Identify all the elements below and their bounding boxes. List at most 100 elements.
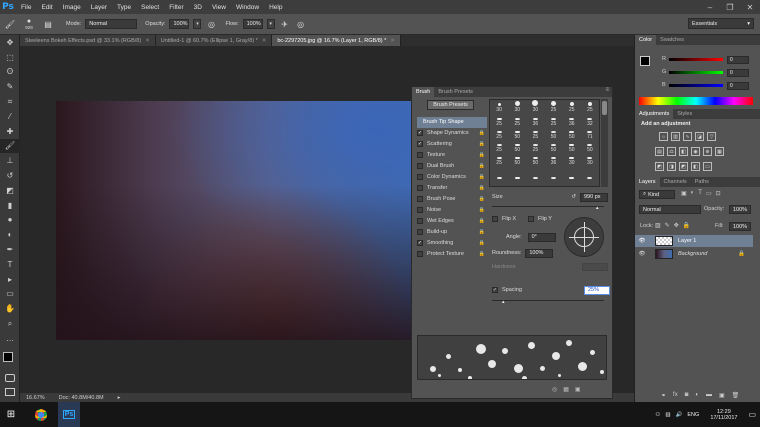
- adjustment-filter-icon[interactable]: ◐: [691, 190, 695, 197]
- eraser-tool-icon[interactable]: ◩: [0, 183, 20, 198]
- type-filter-icon[interactable]: T: [698, 190, 702, 197]
- threshold-icon[interactable]: ◩: [679, 162, 688, 171]
- stamp-tool-icon[interactable]: ⊥: [0, 153, 20, 168]
- brush-preset-picker[interactable]: ● 929: [20, 18, 38, 30]
- brush-tool-icon[interactable]: 🖌: [0, 138, 20, 154]
- tab-brush[interactable]: Brush: [412, 87, 435, 97]
- checkbox[interactable]: [417, 218, 423, 225]
- brush-tip[interactable]: 25: [490, 140, 508, 153]
- flip-y-row[interactable]: Flip Y: [528, 214, 552, 224]
- tab-paths[interactable]: Paths: [691, 177, 713, 187]
- adjustment-layer-icon[interactable]: ◐: [695, 392, 699, 399]
- invert-icon[interactable]: ◩: [655, 162, 664, 171]
- brush-tip[interactable]: 50: [581, 140, 599, 153]
- tip-grid-scrollbar[interactable]: [601, 99, 608, 187]
- reset-size-icon[interactable]: ↺: [571, 194, 576, 200]
- tab-color[interactable]: Color: [635, 35, 657, 45]
- posterize-icon[interactable]: ◨: [667, 162, 676, 171]
- brush-tip[interactable]: 25: [544, 113, 562, 127]
- document-canvas[interactable]: [56, 101, 418, 340]
- layer-filter-select[interactable]: ⌕ Kind: [639, 190, 675, 199]
- opacity-dropdown-icon[interactable]: ▾: [193, 19, 202, 29]
- menu-filter[interactable]: Filter: [164, 4, 188, 11]
- close-button[interactable]: ✕: [740, 0, 760, 14]
- r-slider[interactable]: [669, 58, 723, 61]
- brush-option[interactable]: Brush Tip Shape: [417, 117, 487, 128]
- b-slider[interactable]: [669, 84, 723, 87]
- brush-option[interactable]: ✓ Scattering 🔒: [417, 139, 487, 150]
- brush-tip[interactable]: 36: [563, 113, 581, 127]
- size-slider[interactable]: ▴: [492, 205, 604, 211]
- dodge-tool-icon[interactable]: ◐: [0, 227, 20, 242]
- lasso-tool-icon[interactable]: ʘ: [0, 65, 20, 80]
- brush-tip[interactable]: 25: [526, 127, 544, 140]
- roundness-field[interactable]: 100%: [525, 248, 554, 258]
- brush-tip[interactable]: 30: [490, 100, 508, 113]
- blend-mode-select[interactable]: Normal: [639, 205, 701, 214]
- brush-tip[interactable]: [508, 166, 526, 179]
- lock-position-icon[interactable]: ✥: [674, 222, 679, 229]
- brush-tip[interactable]: 25: [490, 153, 508, 166]
- menu-file[interactable]: File: [16, 4, 36, 11]
- zoom-level[interactable]: 16.67%: [26, 395, 45, 401]
- checkbox[interactable]: [417, 229, 423, 236]
- lock-icon[interactable]: 🔒: [479, 152, 485, 158]
- flow-field[interactable]: 100%: [242, 19, 263, 29]
- network-icon[interactable]: ▥: [665, 412, 670, 418]
- close-icon[interactable]: ✕: [145, 38, 150, 44]
- brush-tip[interactable]: 50: [508, 140, 526, 153]
- brush-tip[interactable]: 50: [544, 140, 562, 153]
- brush-tip[interactable]: 50: [563, 140, 581, 153]
- brush-tip[interactable]: [544, 166, 562, 179]
- brush-option[interactable]: Transfer 🔒: [417, 183, 487, 194]
- layer-row[interactable]: 👁 Background 🔒: [635, 248, 753, 260]
- menu-layer[interactable]: Layer: [86, 4, 112, 11]
- brush-tip[interactable]: [563, 166, 581, 179]
- lock-icon[interactable]: 🔒: [479, 163, 485, 169]
- checkbox[interactable]: ✓: [417, 130, 423, 137]
- selective-color-icon[interactable]: ◧: [691, 162, 700, 171]
- checkbox[interactable]: [417, 196, 423, 203]
- g-value[interactable]: 0: [727, 69, 749, 77]
- photo-filter-icon[interactable]: ◉: [691, 147, 700, 156]
- brush-tip[interactable]: 50: [508, 127, 526, 140]
- tab-brush-presets[interactable]: Brush Presets: [434, 87, 477, 97]
- exposure-icon[interactable]: ◪: [695, 132, 704, 141]
- language-indicator[interactable]: ENG: [687, 412, 699, 418]
- brightness-icon[interactable]: ☼: [659, 132, 668, 141]
- checkbox[interactable]: ✓: [492, 287, 498, 293]
- checkbox[interactable]: [528, 216, 534, 222]
- move-tool-icon[interactable]: ✥: [0, 35, 20, 50]
- foreground-color-swatch[interactable]: [3, 352, 13, 362]
- tab-adjustments[interactable]: Adjustments: [635, 109, 674, 119]
- vibrance-icon[interactable]: ▽: [707, 132, 716, 141]
- checkbox[interactable]: [417, 174, 423, 181]
- minimize-button[interactable]: –: [700, 0, 720, 14]
- brush-tip[interactable]: 32: [581, 113, 599, 127]
- checkbox[interactable]: [492, 216, 498, 222]
- link-layers-icon[interactable]: ⚭: [661, 392, 666, 399]
- screen-mode-icon[interactable]: [5, 388, 15, 396]
- mode-select[interactable]: Normal: [85, 19, 138, 29]
- brush-tip[interactable]: 25: [563, 100, 581, 113]
- gradient-map-icon[interactable]: ▭: [703, 162, 712, 171]
- brush-tip[interactable]: 25: [581, 100, 599, 113]
- g-slider[interactable]: [669, 71, 723, 74]
- angle-roundness-widget[interactable]: [564, 217, 604, 257]
- toggle-live-tip-icon[interactable]: ◎: [552, 386, 557, 393]
- volume-icon[interactable]: 🔊: [676, 412, 683, 418]
- fill-field[interactable]: 100%: [729, 222, 751, 231]
- tab-channels[interactable]: Channels: [660, 177, 691, 187]
- doc-tab-bokeh[interactable]: Steeleens Bokeh Effects.psd @ 33.1% (RGB…: [20, 35, 156, 46]
- brush-tip[interactable]: [581, 166, 599, 179]
- spacing-field[interactable]: 25%: [584, 285, 610, 295]
- grid-view-icon[interactable]: ▦: [563, 386, 569, 393]
- group-icon[interactable]: ▬: [706, 392, 712, 399]
- brush-tip[interactable]: 30: [526, 100, 544, 113]
- brush-option[interactable]: Build-up 🔒: [417, 227, 487, 238]
- r-value[interactable]: 0: [727, 56, 749, 64]
- lock-icon[interactable]: 🔒: [479, 218, 485, 224]
- brush-tip[interactable]: 30: [508, 100, 526, 113]
- doc-tab-bc[interactable]: bc-2297205.jpg @ 16.7% (Layer 1, RGB/8) …: [272, 35, 401, 46]
- pen-tool-icon[interactable]: ✒: [0, 242, 20, 257]
